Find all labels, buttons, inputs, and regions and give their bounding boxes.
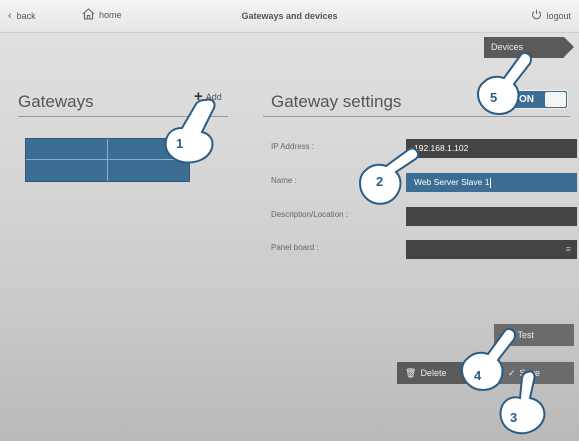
gateways-divider xyxy=(18,116,228,117)
hamburger-menu-icon[interactable]: ≡ xyxy=(566,240,571,259)
description-field[interactable] xyxy=(406,207,577,226)
panel-board-label: Panel board : xyxy=(271,243,319,252)
test-button[interactable]: ○ Test xyxy=(494,324,574,346)
power-icon xyxy=(531,9,542,22)
gateways-heading: Gateways xyxy=(18,92,94,111)
logout-label: logout xyxy=(546,10,571,21)
settings-divider xyxy=(263,116,570,117)
app-screen: ‹ back home Gateways and devices logout D… xyxy=(0,0,579,441)
toggle-knob xyxy=(545,92,566,107)
add-label: Add xyxy=(205,92,222,102)
logout-button[interactable]: logout xyxy=(531,9,571,22)
callout-number-2: 2 xyxy=(376,174,384,189)
tile-divider-vertical xyxy=(107,139,108,181)
test-label: Test xyxy=(517,330,534,340)
name-field[interactable]: Web Server Slave 1 xyxy=(406,173,577,192)
back-button[interactable]: ‹ back xyxy=(8,10,36,22)
home-icon xyxy=(82,8,95,22)
panel-board-field[interactable]: ≡ xyxy=(406,240,577,259)
gateway-settings-heading: Gateway settings xyxy=(271,92,402,111)
callout-hand-5: 5 xyxy=(470,50,536,120)
ip-address-field[interactable]: 192.168.1.102 xyxy=(406,139,577,158)
text-caret xyxy=(490,177,492,188)
back-label: back xyxy=(16,11,36,21)
gateway-tile[interactable] xyxy=(25,138,190,182)
callout-number-5: 5 xyxy=(490,90,498,105)
plus-icon: + xyxy=(194,88,203,105)
test-icon: ○ xyxy=(508,330,514,340)
home-button[interactable]: home xyxy=(82,8,122,22)
description-label: Description/Location : xyxy=(271,210,348,219)
save-label: Save xyxy=(519,368,541,378)
gateway-on-toggle[interactable]: ON xyxy=(509,90,568,109)
trash-icon: 🗑 xyxy=(405,368,417,378)
toggle-label: ON xyxy=(519,94,534,105)
save-button[interactable]: ✓ Save xyxy=(494,362,574,384)
home-label: home xyxy=(99,10,122,20)
check-icon: ✓ xyxy=(508,368,516,378)
delete-button[interactable]: 🗑 Delete xyxy=(397,362,477,384)
add-gateway-button[interactable]: + Add xyxy=(194,88,222,105)
ip-address-label: IP Address : xyxy=(271,142,314,151)
ip-address-value: 192.168.1.102 xyxy=(414,143,469,153)
name-value: Web Server Slave 1 xyxy=(414,177,490,187)
top-bar: ‹ back home Gateways and devices logout xyxy=(0,0,579,33)
chevron-left-icon: ‹ xyxy=(8,10,12,22)
name-label: Name : xyxy=(271,176,297,185)
devices-tab[interactable]: Devices xyxy=(484,37,574,58)
callout-number-3: 3 xyxy=(510,410,518,425)
delete-label: Delete xyxy=(420,368,447,378)
